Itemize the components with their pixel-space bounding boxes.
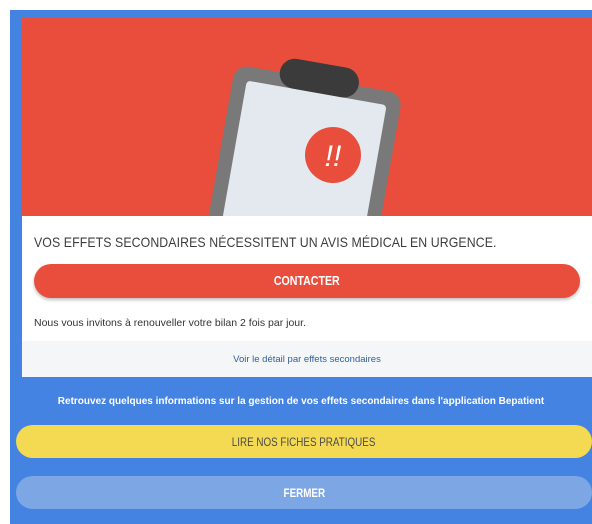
close-button-label: FERMER xyxy=(283,485,325,500)
alert-card: !! VOS EFFETS SECONDAIRES NÉCESSITENT UN… xyxy=(22,18,592,377)
contact-button-label: CONTACTER xyxy=(274,274,340,288)
contact-button[interactable]: CONTACTER xyxy=(34,264,580,298)
clipboard-icon: !! xyxy=(204,58,401,216)
hero-banner: !! xyxy=(22,18,592,216)
alert-icon: !! xyxy=(305,127,361,183)
close-button[interactable]: FERMER xyxy=(16,476,592,509)
detail-link[interactable]: Voir le détail par effets secondaires xyxy=(233,354,381,365)
alert-symbol: !! xyxy=(325,140,342,173)
detail-bar: Voir le détail par effets secondaires xyxy=(22,341,592,377)
info-text: Retrouvez quelques informations sur la g… xyxy=(57,396,545,407)
read-sheets-label: LIRE NOS FICHES PRATIQUES xyxy=(232,434,376,449)
read-sheets-button[interactable]: LIRE NOS FICHES PRATIQUES xyxy=(16,425,592,458)
alert-headline: VOS EFFETS SECONDAIRES NÉCESSITENT UN AV… xyxy=(34,234,497,250)
advice-text: Nous vous invitons à renouveller votre b… xyxy=(34,317,306,329)
